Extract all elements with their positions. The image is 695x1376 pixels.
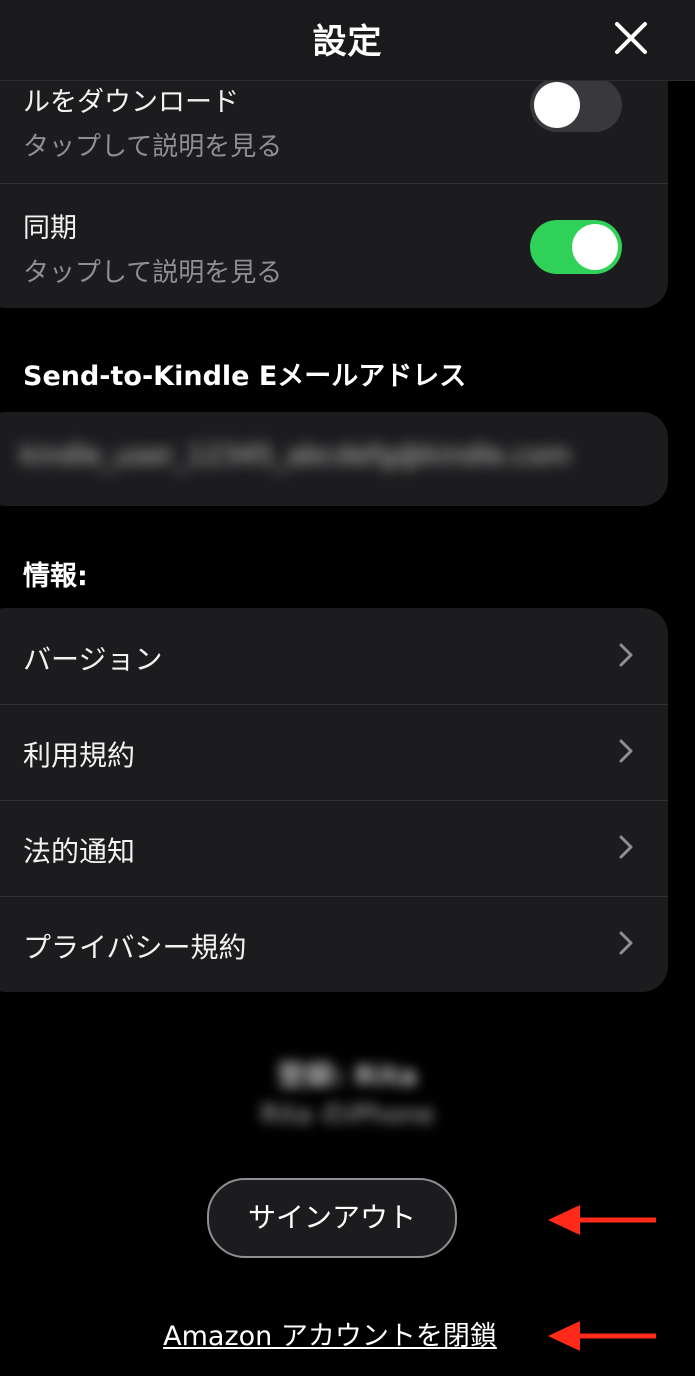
info-item-privacy[interactable]: プライバシー規約 (0, 896, 668, 992)
signout-button[interactable]: サインアウト (207, 1178, 457, 1258)
info-item-legal[interactable]: 法的通知 (0, 800, 668, 896)
info-item-label: プライバシー規約 (23, 931, 247, 964)
download-setting-help-link[interactable]: タップして説明を見る (23, 126, 282, 163)
nav-header: 設定 (0, 0, 695, 81)
sync-setting-title: 同期 (23, 213, 77, 244)
sync-setting-row[interactable]: 同期 タップして説明を見る (0, 184, 668, 308)
download-toggle[interactable] (530, 78, 622, 132)
toggle-knob (572, 224, 618, 270)
sync-toggle[interactable] (530, 220, 622, 274)
chevron-right-icon (618, 738, 634, 764)
device-owner-text: 登録: Rita (277, 1059, 418, 1092)
info-item-version[interactable]: バージョン (0, 608, 668, 704)
sync-setting-help-link[interactable]: タップして説明を見る (23, 252, 282, 289)
toggle-knob (534, 82, 580, 128)
info-section-title: 情報: (23, 561, 88, 592)
close-button[interactable] (611, 18, 651, 58)
info-item-label: 法的通知 (23, 835, 136, 868)
chevron-right-icon (618, 642, 634, 668)
arrow-left-icon (546, 1319, 658, 1353)
info-item-terms[interactable]: 利用規約 (0, 704, 668, 800)
info-item-label: 利用規約 (23, 739, 136, 772)
arrow-left-icon (546, 1203, 658, 1237)
email-address-value: kindle_user_12345_abcdefg@kindle.com (20, 440, 571, 471)
email-card: kindle_user_12345_abcdefg@kindle.com (0, 412, 668, 506)
chevron-right-icon (618, 930, 634, 956)
device-name-text: Rita のiPhone (260, 1100, 435, 1130)
info-card: バージョン 利用規約 法的通知 プライバシー規約 (0, 608, 668, 992)
page-title: 設定 (312, 22, 383, 62)
download-setting-title: ルをダウンロード (23, 87, 239, 118)
chevron-right-icon (618, 834, 634, 860)
close-icon (615, 22, 647, 54)
email-section-title: Send-to-Kindle Eメールアドレス (23, 361, 467, 392)
info-item-label: バージョン (23, 643, 163, 676)
